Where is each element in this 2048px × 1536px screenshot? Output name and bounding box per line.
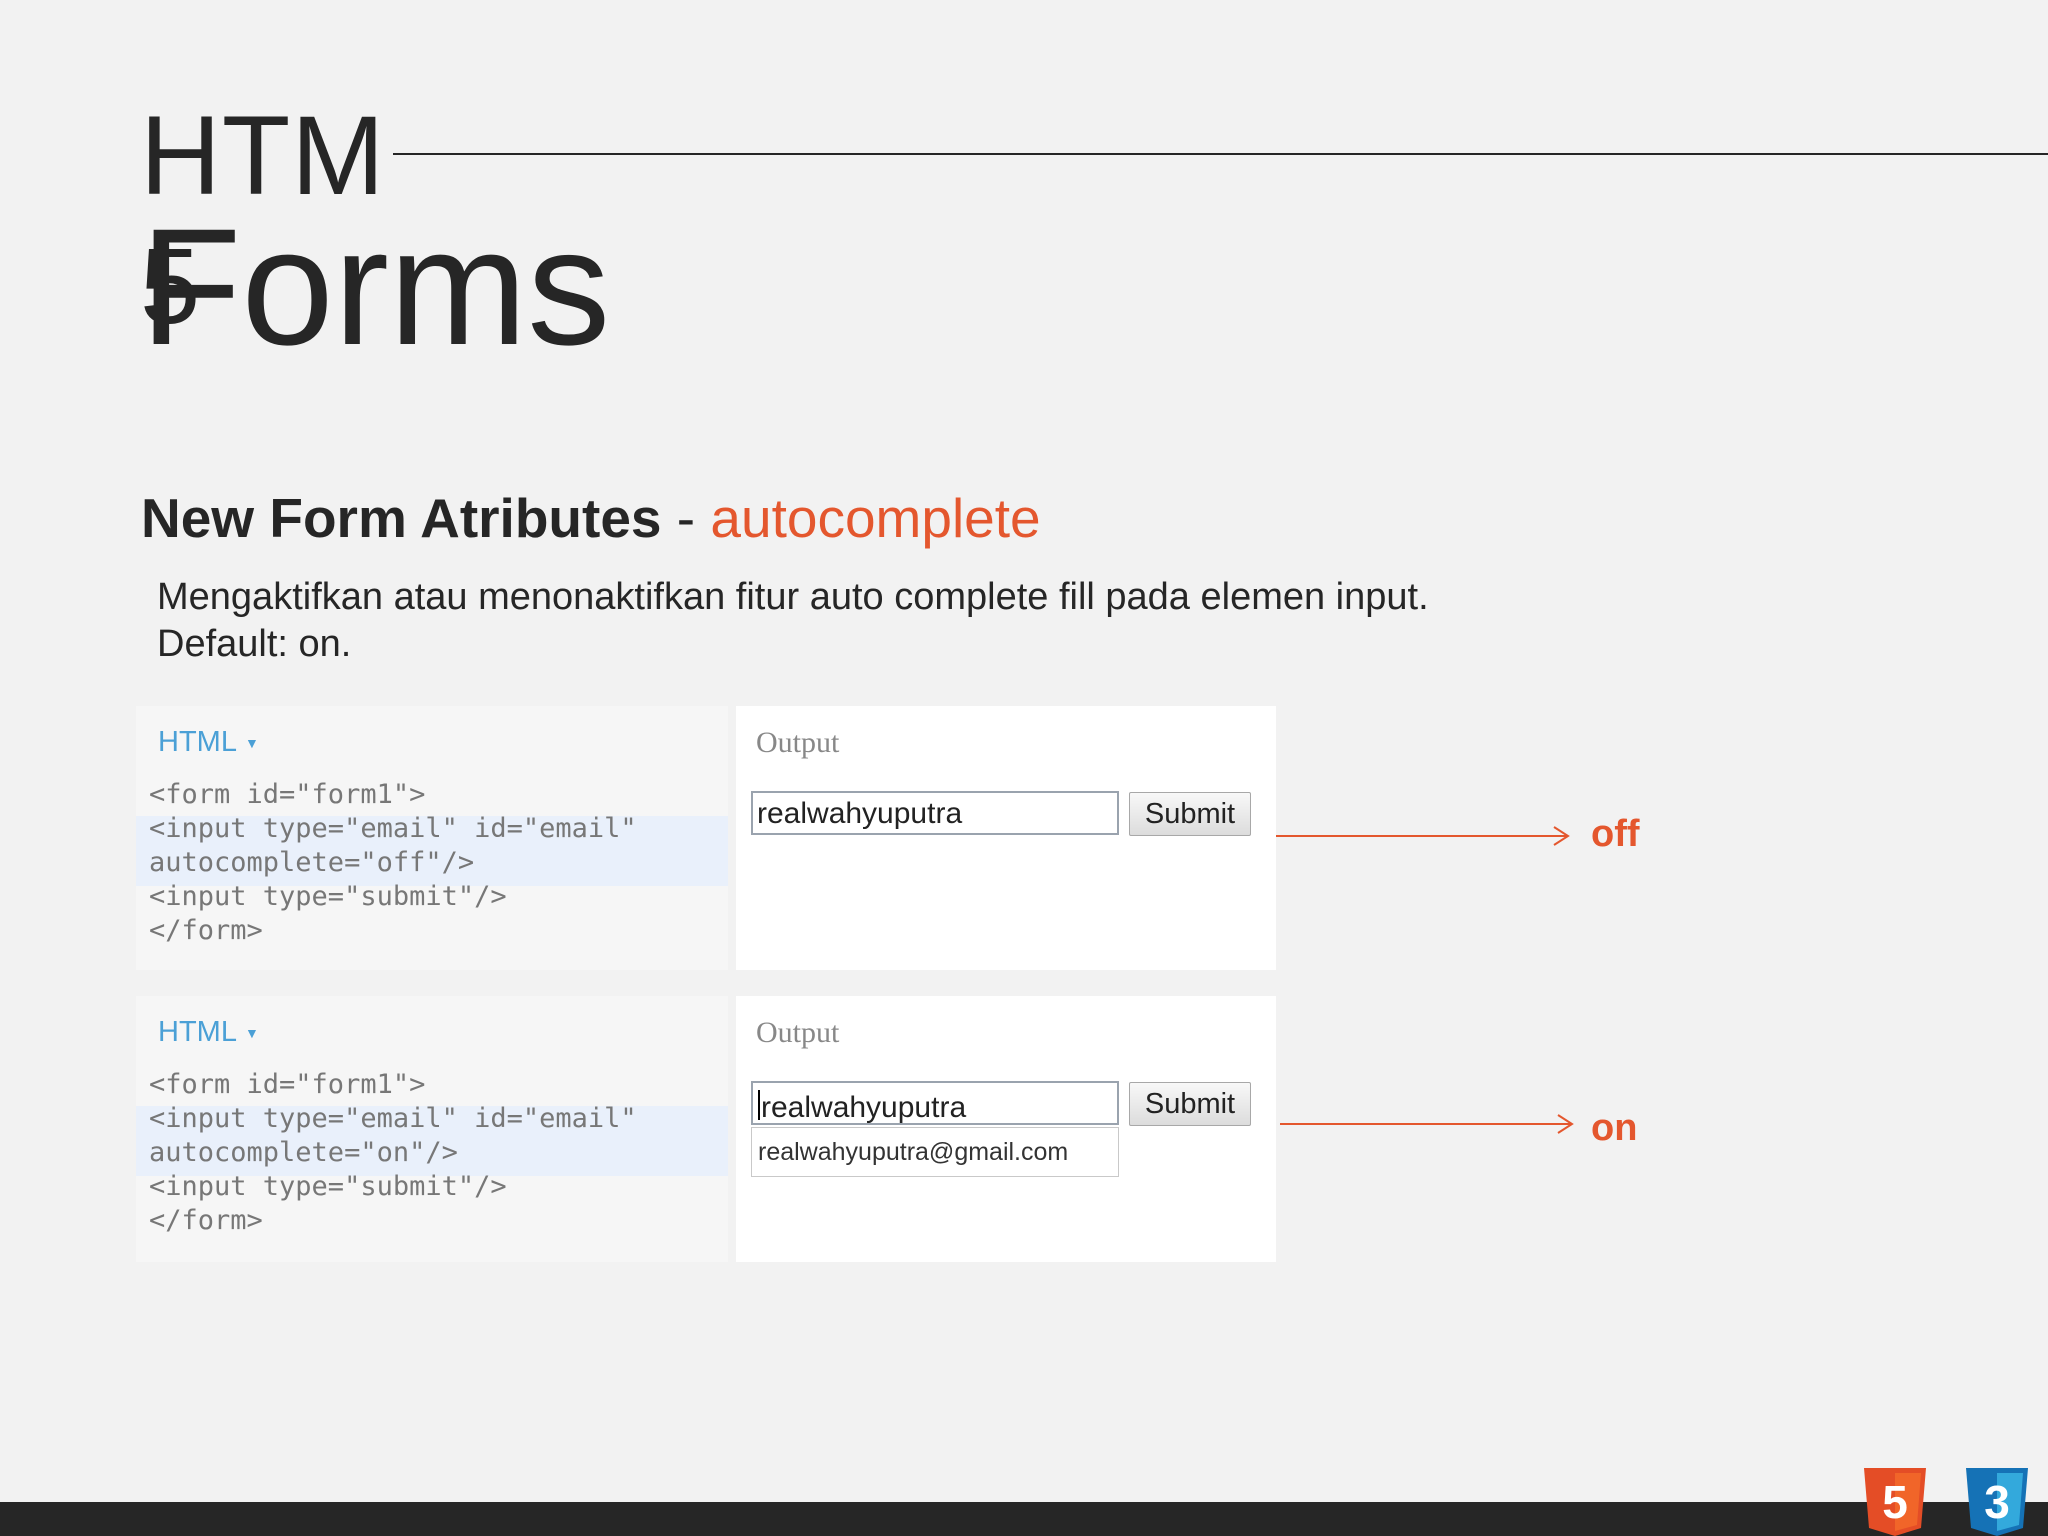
submit-button[interactable]: Submit (1129, 1082, 1251, 1126)
example-on-panel: HTML ▼ <form id="form1"> <input type="ema… (136, 996, 1276, 1262)
svg-text:3: 3 (1984, 1476, 2010, 1528)
code-line: </form> (149, 1205, 263, 1236)
code-line: <input type="email" id="email" (149, 1103, 637, 1134)
email-input-value: realwahyuputra (757, 797, 963, 830)
code-pane: HTML ▼ <form id="form1"> <input type="ema… (136, 996, 728, 1262)
arrow-right-icon (1276, 826, 1570, 846)
description-line: Default: on. (157, 623, 352, 665)
code-line: <form id="form1"> (149, 1069, 426, 1100)
arrow-right-icon (1280, 1114, 1574, 1134)
example-off-panel: HTML ▼ <form id="form1"> <input type="ema… (136, 706, 1276, 970)
code-line: <input type="submit"/> (149, 881, 507, 912)
heading-main: New Form Atributes (141, 487, 662, 549)
output-pane: Output realwahyuputra Submit realwahyupu… (736, 996, 1276, 1262)
html5-logo-icon: 5 (1864, 1468, 1926, 1536)
code-line: autocomplete="on"/> (149, 1137, 458, 1168)
description-line: Mengaktifkan atau menonaktifkan fitur au… (157, 576, 1429, 618)
suggestion-text: realwahyuputra@gmail.com (758, 1138, 1069, 1166)
code-pane: HTML ▼ <form id="form1"> <input type="ema… (136, 706, 728, 970)
heading-separator: - (676, 487, 696, 549)
code-line: </form> (149, 915, 263, 946)
section-heading: New Form Atributes - autocomplete (141, 486, 1041, 550)
result-label-on: on (1591, 1107, 1638, 1149)
email-input-value: realwahyuputra (757, 1087, 966, 1124)
text-cursor (758, 1090, 760, 1121)
result-label-off: off (1591, 813, 1640, 855)
email-input[interactable]: realwahyuputra (751, 1081, 1119, 1125)
language-tab[interactable]: HTML ▼ (158, 726, 259, 759)
autocomplete-suggestion[interactable]: realwahyuputra@gmail.com (751, 1127, 1119, 1177)
output-label: Output (756, 1016, 840, 1049)
output-pane: Output realwahyuputra Submit (736, 706, 1276, 970)
submit-button[interactable]: Submit (1129, 792, 1251, 836)
css3-logo-icon: 3 (1966, 1468, 2028, 1536)
code-line: <input type="email" id="email" (149, 813, 637, 844)
code-line: <input type="submit"/> (149, 1171, 507, 1202)
heading-accent: autocomplete (710, 487, 1041, 549)
caret-down-icon: ▼ (244, 1025, 259, 1042)
svg-text:5: 5 (1882, 1476, 1908, 1528)
code-line: <form id="form1"> (149, 779, 426, 810)
caret-down-icon: ▼ (244, 735, 259, 752)
footer-bar (0, 1502, 2048, 1536)
title-divider (393, 153, 2048, 155)
language-tab[interactable]: HTML ▼ (158, 1016, 259, 1049)
page-title: Forms (140, 195, 611, 380)
output-label: Output (756, 726, 840, 759)
email-input[interactable]: realwahyuputra (751, 791, 1119, 835)
code-line: autocomplete="off"/> (149, 847, 475, 878)
